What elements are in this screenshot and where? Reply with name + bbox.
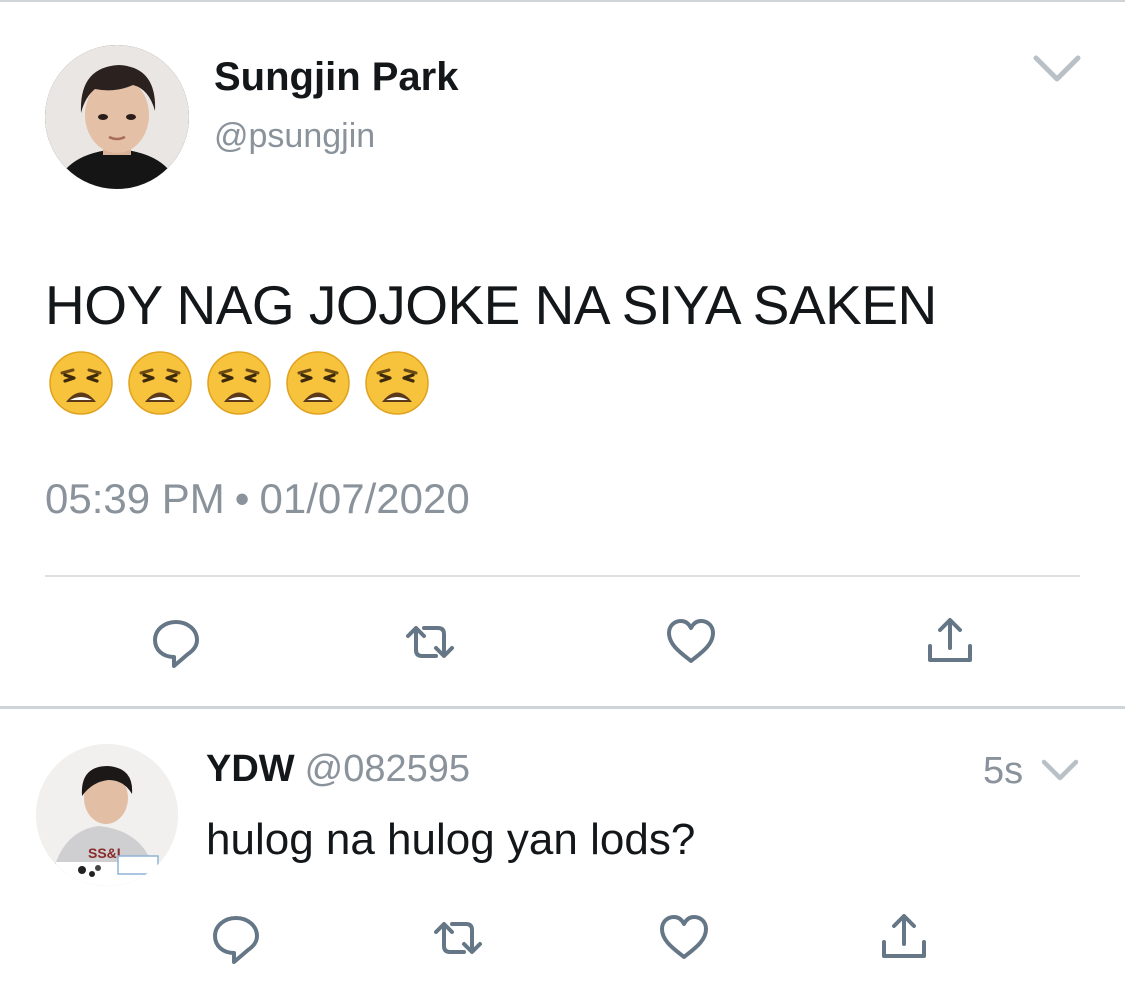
chevron-down-icon[interactable] [1032,52,1082,86]
tweet-action-bar [0,612,1125,672]
reply-action-bar [0,908,1125,968]
retweet-icon[interactable] [402,614,458,670]
share-icon[interactable] [876,910,932,966]
like-icon[interactable] [663,614,719,670]
reply-age: 5s [983,750,1024,792]
display-name[interactable]: Sungjin Park [214,55,459,100]
avatar[interactable] [45,45,189,189]
reply-text: hulog na hulog yan lods? [206,815,696,864]
reply-icon[interactable] [148,614,204,670]
reply-header: YDW @082595 [206,748,470,791]
share-icon[interactable] [922,614,978,670]
tweet-timestamp: 05:39 PM • 01/07/2020 [45,475,470,523]
section-divider [0,706,1125,709]
tweet-text: HOY NAG JOJOKE NA SIYA SAKEN [45,274,937,336]
weary-face-icon [49,351,113,415]
like-icon[interactable] [656,910,712,966]
tweet-date: 01/07/2020 [259,475,470,522]
top-divider [0,0,1125,2]
chevron-down-icon[interactable] [1040,757,1080,785]
reply-user-handle[interactable]: @082595 [305,748,470,790]
weary-face-icon [128,351,192,415]
weary-face-icon [207,351,271,415]
timestamp-separator: • [234,475,250,522]
emoji-row [48,350,430,416]
tweet-time: 05:39 PM [45,475,225,522]
user-handle[interactable]: @psungjin [214,117,375,156]
reply-avatar[interactable]: SS&L [36,744,178,886]
weary-face-icon [365,351,429,415]
reply-icon[interactable] [208,910,264,966]
retweet-icon[interactable] [430,910,486,966]
reply-display-name[interactable]: YDW [206,748,295,790]
divider [45,575,1080,577]
weary-face-icon [286,351,350,415]
